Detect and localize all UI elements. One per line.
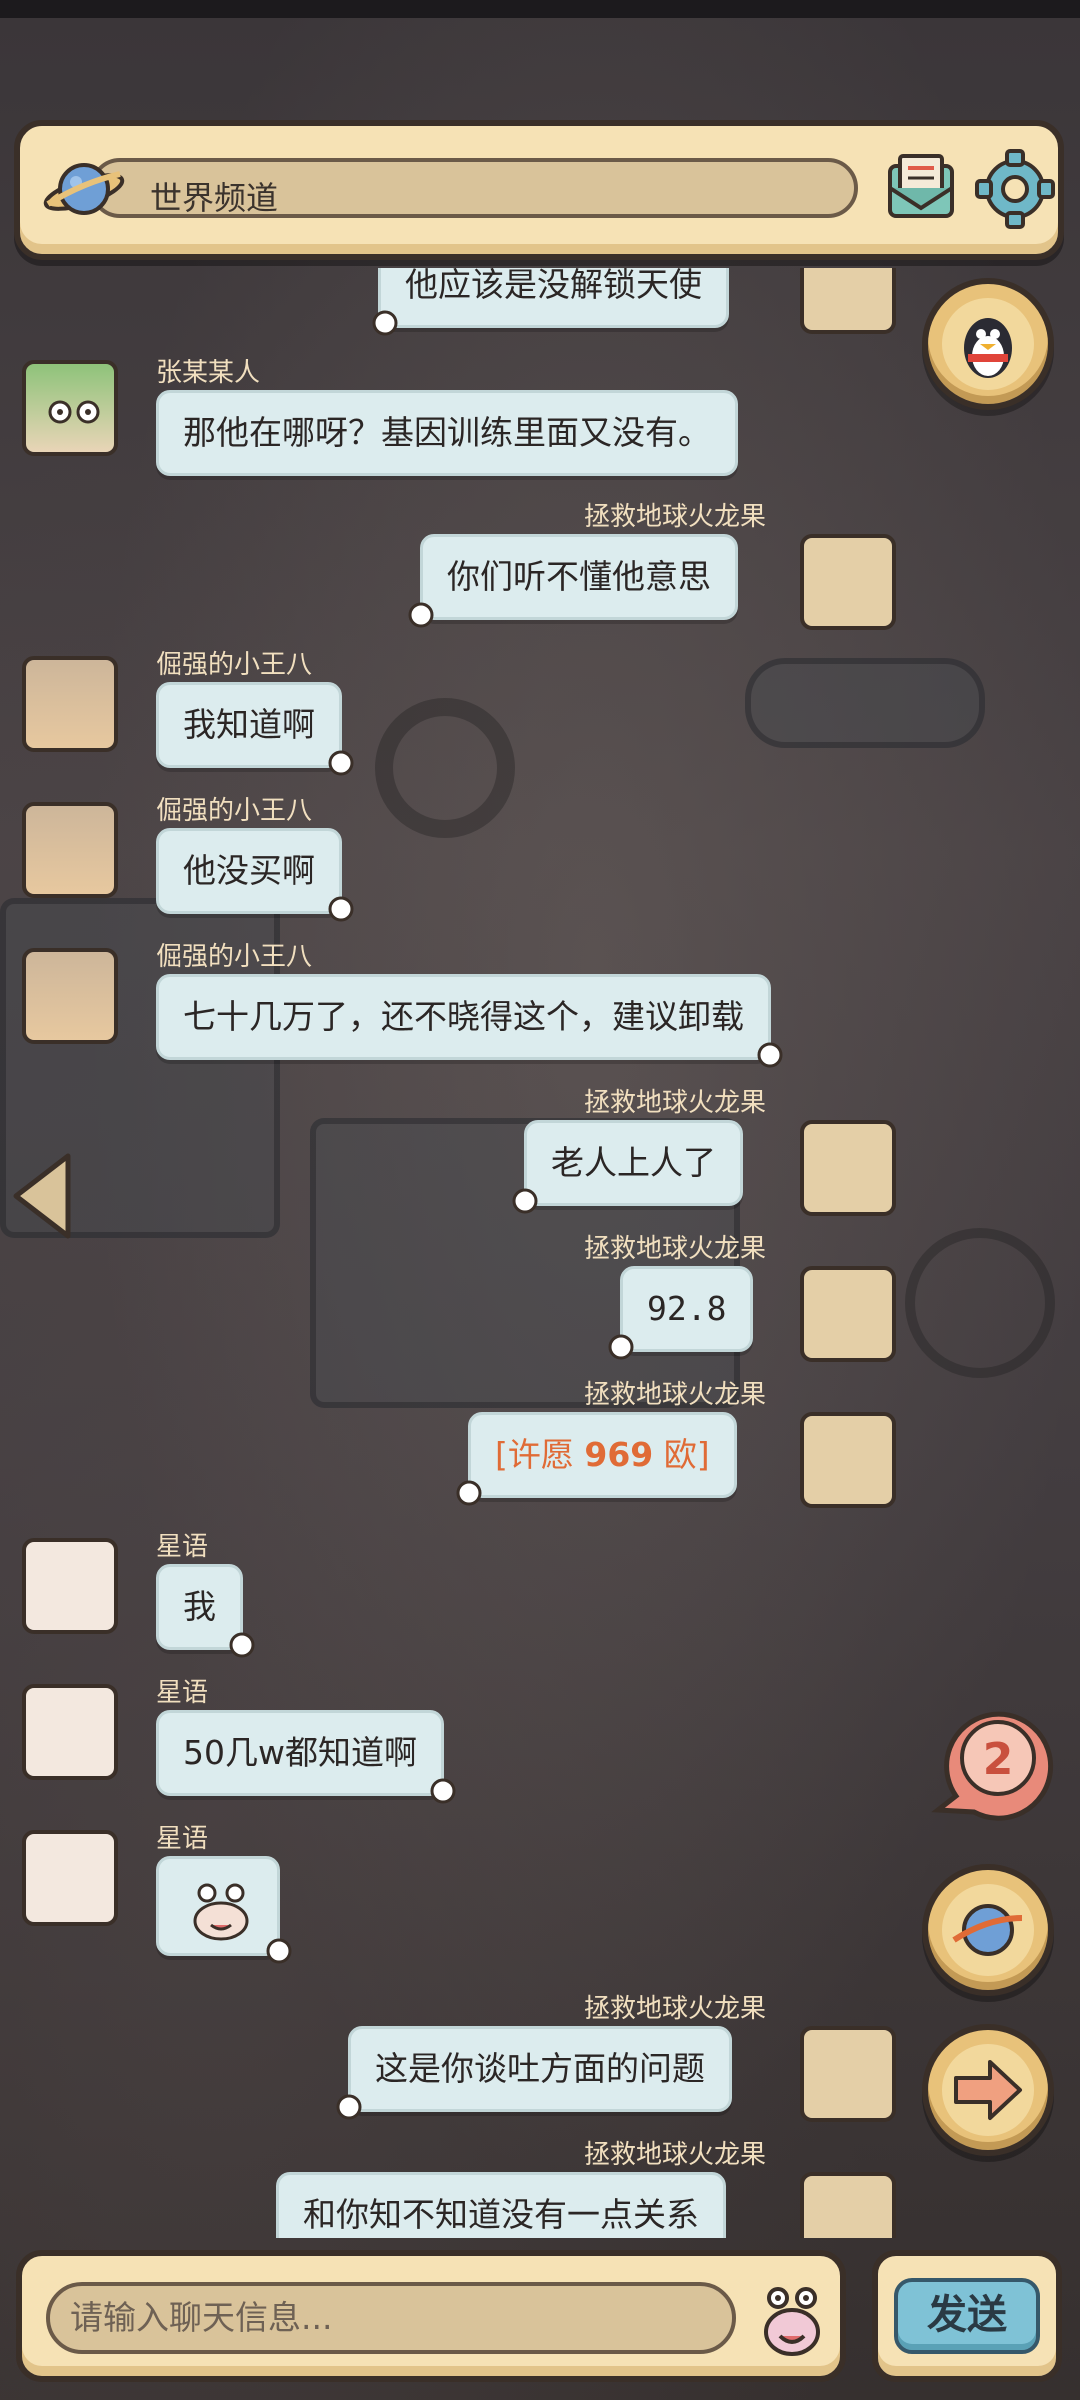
bubble-tail [229,1632,255,1658]
sender-name: 星语 [156,1678,209,1708]
avatar[interactable] [800,1120,896,1216]
chat-input[interactable]: 请输入聊天信息... [46,2282,736,2354]
sender-name: 星语 [156,1532,209,1562]
wish-value: 969 [584,1435,654,1474]
sender-name: 拯救地球火龙果 [584,1088,767,1118]
arrow-right-icon [954,2060,1022,2120]
message-bubble[interactable]: 这是你谈吐方面的问题 [336,2026,732,2120]
chat-message-list[interactable]: 他应该是没解锁天使 张某某人 那他在哪呀？基因训练里面又没有。 拯救地球火龙果 … [0,268,1080,2238]
avatar[interactable] [800,2172,896,2238]
bubble-tail [512,1188,538,1214]
message-text: 你们听不懂他意思 [447,557,711,596]
bubble-tail [608,1334,634,1360]
message-bubble[interactable]: 他没买啊 [156,828,354,922]
channel-header: 世界频道 [14,120,1064,260]
message-text: 和你知不知道没有一点关系 [303,2195,699,2234]
avatar[interactable] [22,360,118,456]
message-bubble[interactable]: 92.8 [608,1266,754,1360]
message-bubble[interactable]: 和你知不知道没有一点关系 [276,2172,726,2238]
sender-name: 星语 [156,1824,209,1854]
bubble-tail [328,750,354,776]
avatar[interactable] [22,1538,118,1634]
message-bubble[interactable]: 那他在哪呀？基因训练里面又没有。 [156,390,738,476]
avatar[interactable] [800,534,896,630]
avatar[interactable] [22,656,118,752]
message-bubble[interactable]: 老人上人了 [512,1120,743,1214]
sender-name: 拯救地球火龙果 [584,1994,767,2024]
bubble-tail [336,2094,362,2120]
crab-emoji-icon[interactable] [752,2278,832,2362]
message-text: 我知道啊 [183,705,315,744]
sender-name: 拯救地球火龙果 [584,1234,767,1264]
avatar[interactable] [22,1684,118,1780]
sender-name: 倔强的小王八 [156,796,313,826]
bubble-tail [372,310,398,336]
wish-suffix: 欧] [653,1435,710,1474]
qq-share-button[interactable] [922,278,1054,410]
message-text: 他没买啊 [183,851,315,890]
sender-name: 拯救地球火龙果 [584,2140,767,2170]
avatar[interactable] [800,1266,896,1362]
message-text: 50几w都知道啊 [183,1733,417,1772]
send-button[interactable]: 发送 [894,2278,1040,2354]
chat-input-placeholder: 请输入聊天信息... [70,2298,333,2337]
world-channel-button[interactable] [922,1864,1054,1996]
sender-name: 拯救地球火龙果 [584,1380,767,1410]
message-text: 我 [183,1587,216,1626]
sender-name: 拯救地球火龙果 [584,502,767,532]
message-bubble[interactable]: 他应该是没解锁天使 [372,268,729,336]
bubble-tail [266,1938,292,1964]
bubble-tail [328,896,354,922]
gear-icon[interactable] [974,148,1056,230]
avatar[interactable] [22,948,118,1044]
message-text: 他应该是没解锁天使 [405,268,702,304]
avatar[interactable] [22,1830,118,1926]
message-text: 七十几万了，还不晓得这个，建议卸载 [183,997,744,1036]
sticker-bubble[interactable] [156,1856,292,1964]
bubble-tail [430,1778,456,1804]
chat-input-bar: 请输入聊天信息... [16,2250,846,2382]
message-text: 92.8 [647,1289,727,1328]
sender-name: 倔强的小王八 [156,650,313,680]
planet-icon[interactable] [42,152,126,226]
sender-name: 张某某人 [156,358,261,388]
next-arrow-button[interactable] [922,2024,1054,2156]
message-bubble[interactable]: 你们听不懂他意思 [408,534,738,628]
qq-penguin-icon [964,318,1012,378]
message-bubble[interactable]: 我知道啊 [156,682,354,776]
bubble-tail [757,1042,783,1068]
message-text: 老人上人了 [551,1143,716,1182]
message-text: 那他在哪呀？基因训练里面又没有。 [183,413,711,452]
wish-prefix: [许愿 [495,1435,585,1474]
avatar[interactable] [800,1412,896,1508]
avatar[interactable] [22,802,118,898]
arrow-left-icon[interactable] [8,1150,78,1242]
avatar[interactable] [800,2026,896,2122]
send-button-frame: 发送 [872,2250,1062,2382]
avatar[interactable] [800,268,896,334]
badge-count: 2 [983,1734,1014,1785]
channel-title: 世界频道 [150,179,279,217]
status-bar [0,0,1080,18]
message-bubble[interactable]: 50几w都知道啊 [156,1710,456,1804]
bubble-tail [456,1480,482,1506]
message-text: 这是你谈吐方面的问题 [375,2049,705,2088]
planet-icon [952,1904,1023,1956]
message-bubble[interactable]: 我 [156,1564,255,1658]
sender-name: 倔强的小王八 [156,942,313,972]
mail-icon[interactable] [880,148,962,230]
channel-selector[interactable]: 世界频道 [90,158,858,218]
message-bubble[interactable]: 七十几万了，还不晓得这个，建议卸载 [156,974,783,1068]
bubble-tail [408,602,434,628]
notification-badge[interactable]: 2 [926,1700,1056,1826]
wish-message-bubble[interactable]: [许愿 969 欧] [456,1412,737,1506]
